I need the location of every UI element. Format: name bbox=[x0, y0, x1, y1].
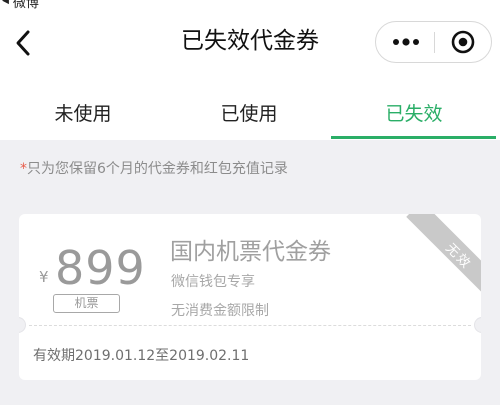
more-dots-icon[interactable] bbox=[379, 23, 433, 61]
coupon-card[interactable]: ¥ 899 机票 国内机票代金券 微信钱包专享 无消费金额限制 有效期2019.… bbox=[19, 214, 481, 380]
top-area: ◀ 微博 已失效代金券 未使用 已使用 已失效 bbox=[0, 0, 500, 140]
coupon-title: 国内机票代金券 bbox=[170, 239, 331, 265]
coupon-notch-right bbox=[474, 317, 481, 333]
coupon-limit: 无消费金额限制 bbox=[171, 303, 269, 319]
coupon-tabs: 未使用 已使用 已失效 bbox=[0, 84, 500, 140]
status-bar: ◀ 微博 bbox=[2, 0, 39, 11]
capsule-divider bbox=[434, 32, 435, 53]
notice-text: 只为您保留6个月的代金券和红包充值记录 bbox=[27, 161, 288, 177]
coupon-perforation bbox=[29, 325, 471, 326]
coupon-price: ¥ 899 bbox=[37, 241, 152, 295]
target-circle-icon[interactable] bbox=[436, 23, 490, 61]
retention-notice: *只为您保留6个月的代金券和红包充值记录 bbox=[20, 158, 288, 178]
mini-program-capsule bbox=[375, 21, 492, 63]
active-tab-underline bbox=[331, 136, 496, 139]
invalid-ribbon-text: 无效 bbox=[442, 240, 475, 273]
currency-symbol: ¥ bbox=[39, 268, 49, 286]
tab-used[interactable]: 已使用 bbox=[166, 84, 332, 140]
status-back-arrow-icon[interactable]: ◀ bbox=[2, 0, 9, 6]
tab-expired[interactable]: 已失效 bbox=[331, 84, 497, 140]
coupon-type-tag: 机票 bbox=[53, 294, 120, 313]
notice-star: * bbox=[20, 161, 27, 177]
coupon-validity: 有效期2019.01.12至2019.02.11 bbox=[33, 348, 250, 364]
coupon-amount: 899 bbox=[55, 241, 146, 295]
status-app-label[interactable]: 微博 bbox=[13, 0, 39, 11]
invalid-ribbon: 无效 bbox=[406, 214, 481, 309]
back-chevron-icon[interactable] bbox=[8, 26, 38, 60]
coupon-notch-left bbox=[19, 317, 26, 333]
coupon-subtitle: 微信钱包专享 bbox=[171, 274, 255, 290]
tab-unused[interactable]: 未使用 bbox=[0, 84, 166, 140]
